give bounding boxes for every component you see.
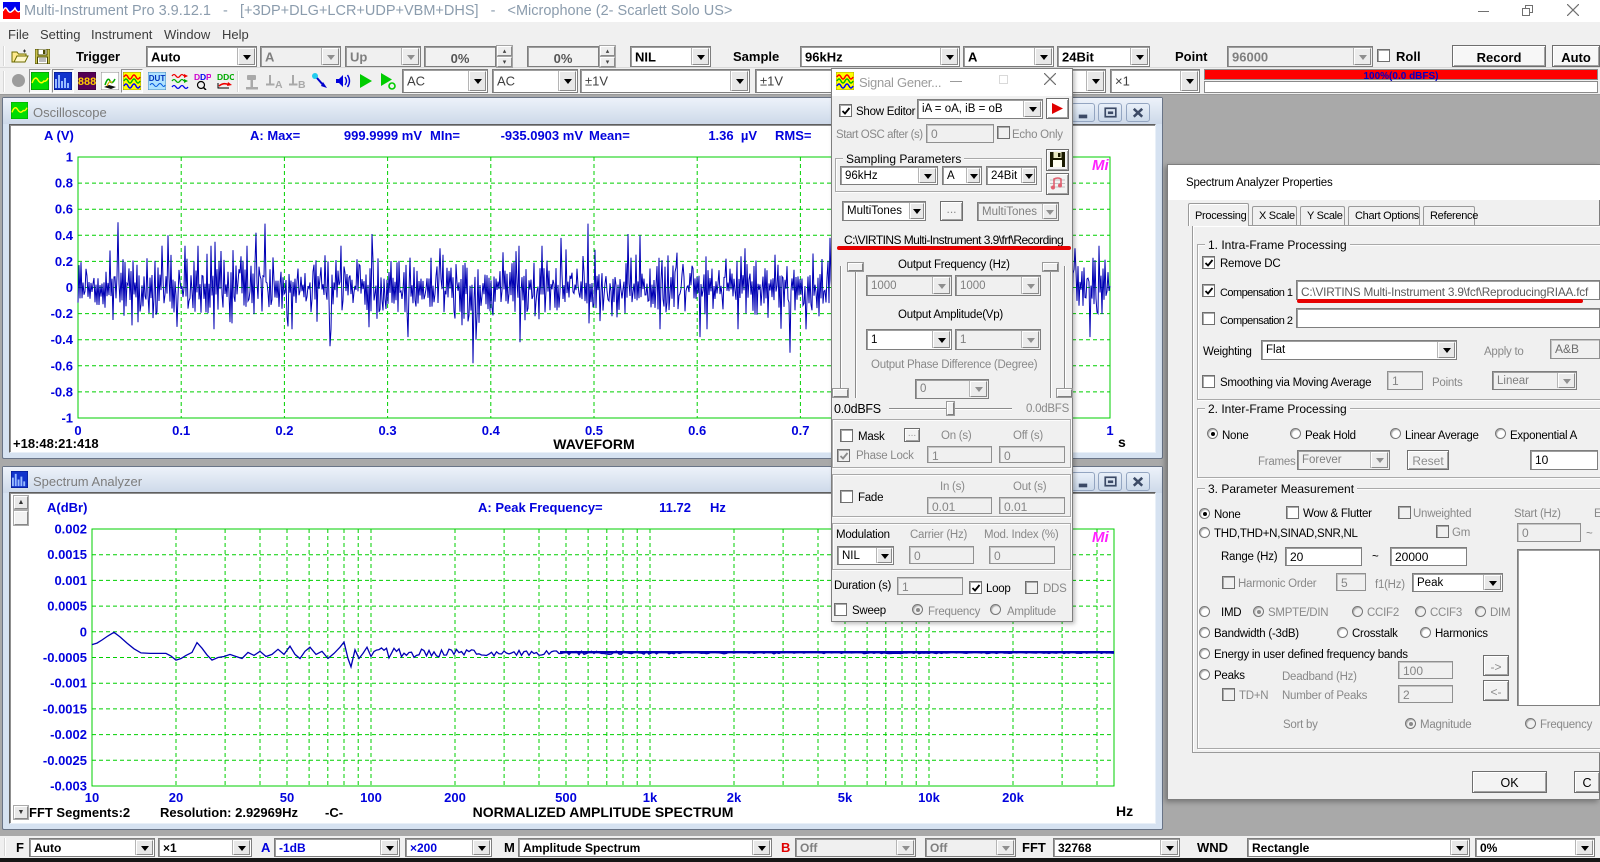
svg-text:0.1: 0.1 <box>172 423 190 438</box>
svg-text:1.36 µV: 1.36 µV <box>708 128 757 143</box>
svg-text:10: 10 <box>85 790 99 805</box>
svg-text:Mean=: Mean= <box>589 128 630 143</box>
svg-text:-0.0005: -0.0005 <box>43 650 87 665</box>
svg-text:DUT: DUT <box>149 74 166 83</box>
svg-text:0.3: 0.3 <box>379 423 397 438</box>
svg-text:0.8: 0.8 <box>55 176 73 191</box>
svg-text:20k: 20k <box>1002 790 1024 805</box>
svg-text:Mi: Mi <box>1092 157 1109 174</box>
svg-text:0.002: 0.002 <box>54 522 87 537</box>
svg-text:0.4: 0.4 <box>482 423 501 438</box>
svg-text:0: 0 <box>80 624 87 639</box>
svg-text:200: 200 <box>444 790 466 805</box>
svg-text:5k: 5k <box>838 790 853 805</box>
svg-text:B: B <box>298 79 306 90</box>
svg-text:888: 888 <box>78 76 96 88</box>
svg-text:50: 50 <box>280 790 294 805</box>
svg-text:0.4: 0.4 <box>55 228 74 243</box>
svg-text:0.2: 0.2 <box>275 423 293 438</box>
svg-text:Hz: Hz <box>1116 803 1133 819</box>
svg-text:+18:48:21:418: +18:48:21:418 <box>13 436 99 451</box>
svg-text:999.9999 mV: 999.9999 mV <box>344 128 422 143</box>
svg-text:A: Peak Frequency=: A: Peak Frequency= <box>478 500 603 515</box>
svg-text:A (V): A (V) <box>44 128 74 143</box>
svg-text:WAVEFORM: WAVEFORM <box>553 436 634 452</box>
svg-text:-0.002: -0.002 <box>50 727 87 742</box>
svg-text:1: 1 <box>66 150 73 165</box>
svg-text:-935.0903 mV: -935.0903 mV <box>501 128 584 143</box>
svg-text:s: s <box>1118 434 1126 450</box>
svg-text:NORMALIZED AMPLITUDE SPECTRUM: NORMALIZED AMPLITUDE SPECTRUM <box>473 804 734 820</box>
svg-text:MIn=: MIn= <box>430 128 460 143</box>
svg-text:A: Max=: A: Max= <box>250 128 301 143</box>
svg-text:-0.003: -0.003 <box>50 779 87 794</box>
svg-text:1: 1 <box>1106 423 1113 438</box>
svg-text:-0.0025: -0.0025 <box>43 753 87 768</box>
svg-text:0.0015: 0.0015 <box>47 547 87 562</box>
svg-text:20: 20 <box>169 790 183 805</box>
svg-text:0.7: 0.7 <box>791 423 809 438</box>
svg-text:-0.0015: -0.0015 <box>43 701 87 716</box>
svg-text:-0.001: -0.001 <box>50 676 87 691</box>
svg-text:Mi: Mi <box>1092 529 1109 546</box>
svg-text:A: A <box>275 79 283 90</box>
svg-text:0.001: 0.001 <box>54 573 87 588</box>
svg-text:-0.6: -0.6 <box>51 358 73 373</box>
svg-text:0: 0 <box>66 280 73 295</box>
svg-text:0.2: 0.2 <box>55 254 73 269</box>
svg-text:-1: -1 <box>61 411 73 426</box>
svg-text:500: 500 <box>555 790 577 805</box>
svg-text:2k: 2k <box>727 790 742 805</box>
svg-text:Resolution: 2.92969Hz: Resolution: 2.92969Hz <box>160 805 298 820</box>
svg-text:10k: 10k <box>918 790 940 805</box>
svg-text:RMS=: RMS= <box>775 128 812 143</box>
svg-text:11.72: 11.72 <box>659 500 691 515</box>
svg-text:-0.2: -0.2 <box>51 306 73 321</box>
svg-text:Hz: Hz <box>710 500 726 515</box>
svg-text:0.6: 0.6 <box>688 423 706 438</box>
svg-text:-C-: -C- <box>325 805 343 820</box>
svg-text:-0.4: -0.4 <box>51 332 74 347</box>
svg-text:FFT Segments:2: FFT Segments:2 <box>29 805 130 820</box>
svg-text:1k: 1k <box>643 790 658 805</box>
svg-text:DDC: DDC <box>217 72 234 82</box>
svg-text:0.0005: 0.0005 <box>47 599 87 614</box>
svg-text:0.6: 0.6 <box>55 202 73 217</box>
svg-text:P: P <box>206 72 211 82</box>
svg-text:100: 100 <box>360 790 382 805</box>
svg-text:-0.8: -0.8 <box>51 384 73 399</box>
svg-text:A(dBr): A(dBr) <box>47 500 87 515</box>
